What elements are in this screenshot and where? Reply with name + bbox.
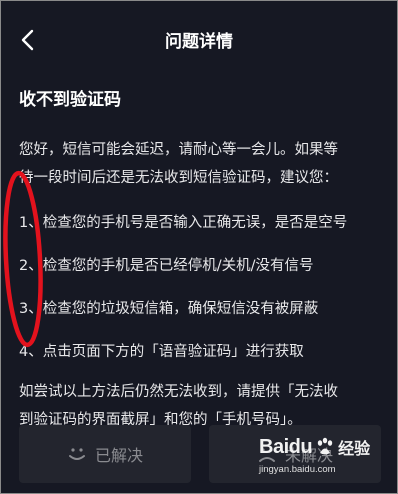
step-item: 3、检查您的垃圾短信箱，确保短信没有被屏蔽 bbox=[19, 301, 319, 317]
step-item: 4、点击页面下方的「语音验证码」进行获取 bbox=[19, 344, 304, 360]
frown-icon bbox=[258, 448, 275, 462]
unsolved-button[interactable]: 未解决 bbox=[209, 425, 381, 483]
question-content: 收不到验证码 您好，短信可能会延迟，请耐心等一会儿。如果等 待一段时间后还是无法… bbox=[19, 85, 383, 434]
app-screen: 问题详情 收不到验证码 您好，短信可能会延迟，请耐心等一会儿。如果等 待一段时间… bbox=[0, 0, 398, 494]
question-title: 收不到验证码 bbox=[19, 90, 121, 110]
intro-line: 您好，短信可能会延迟，请耐心等一会儿。如果等 bbox=[19, 142, 338, 158]
footer-line: 如尝试以上方法后仍然无法收到，请提供「无法收 bbox=[19, 384, 338, 400]
header: 问题详情 bbox=[1, 1, 397, 73]
solved-button[interactable]: 已解决 bbox=[19, 425, 191, 483]
intro-line: 待一段时间后还是无法收到短信验证码，建议您： bbox=[19, 170, 338, 186]
page-title: 问题详情 bbox=[165, 32, 233, 52]
unsolved-label: 未解决 bbox=[284, 446, 333, 465]
smile-icon bbox=[68, 448, 85, 460]
step-item: 1、检查您的手机号是否输入正确无误，是否是空号 bbox=[19, 215, 348, 231]
solved-label: 已解决 bbox=[94, 446, 143, 465]
intro-paragraph: 您好，短信可能会延迟，请耐心等一会儿。如果等 待一段时间后还是无法收到短信验证码… bbox=[19, 136, 383, 192]
step-item: 2、检查您的手机是否已经停机/关机/没有信号 bbox=[19, 258, 314, 274]
